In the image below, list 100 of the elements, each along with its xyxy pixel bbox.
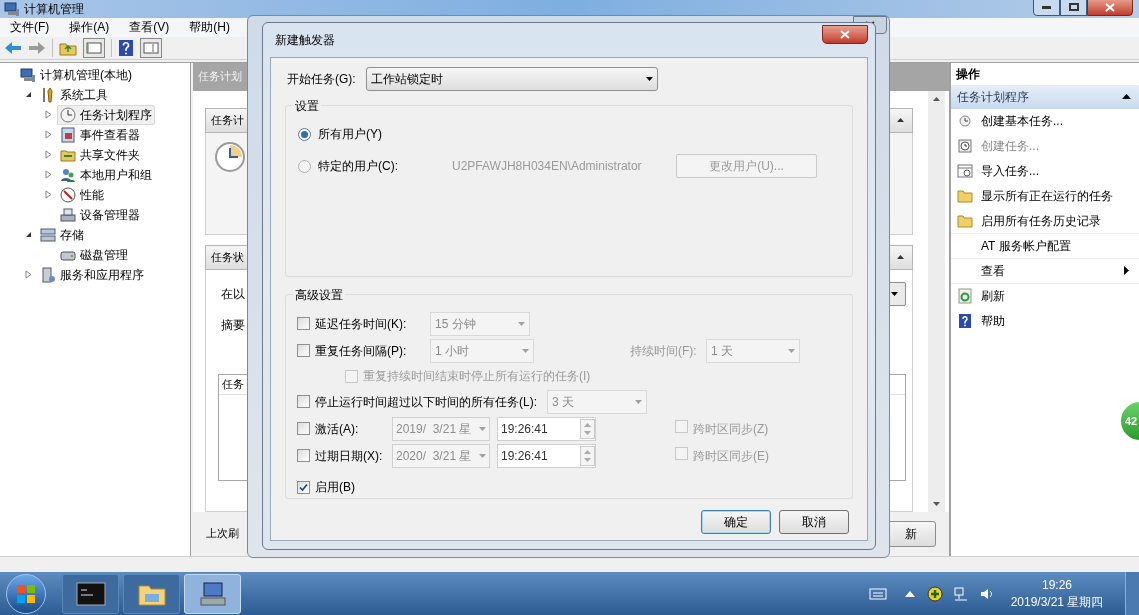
close-button[interactable] [1087,0,1133,16]
tree-item[interactable]: 计算机管理(本地) [17,64,135,85]
import-icon [957,163,973,180]
action-item[interactable]: 刷新 [951,283,1139,309]
menu-item[interactable]: 查看(V) [129,18,170,37]
user-name: U2PFAWJH8H034EN\Administrator [452,158,643,175]
dialog-button[interactable]: 确定 [701,510,771,534]
dialog-title: 新建触发器 [275,32,335,49]
console-icon [75,581,106,606]
help-icon[interactable] [118,38,134,57]
show-desktop-button[interactable] [1125,572,1139,615]
start-button[interactable] [6,573,46,614]
panel-toggle-icon[interactable] [83,37,105,58]
caret-icon [788,348,795,353]
duration-label: 持续时间(F): [630,342,698,360]
taskbar-button[interactable] [62,573,119,614]
keyboard-icon[interactable] [869,587,887,600]
up-arrow-icon[interactable] [905,590,915,597]
spinner-icon[interactable] [580,445,595,466]
expanded-arrow-icon[interactable] [24,90,33,100]
computer-icon [4,1,20,17]
collapse-arrow-icon[interactable] [897,255,904,260]
collapsed-arrow-icon[interactable] [44,190,53,200]
tree-item-label: 事件查看器 [80,126,140,144]
tree-item-label: 性能 [80,186,104,204]
collapse-arrow-icon[interactable] [1122,94,1131,100]
menu-item[interactable]: 操作(A) [69,18,110,37]
scroll-down-icon[interactable] [933,501,940,506]
tools-icon [40,86,56,103]
windows-logo-icon [16,583,36,604]
checkbox[interactable] [297,480,310,494]
tree-item[interactable]: 共享文件夹 [57,144,143,165]
action-item[interactable]: 导入任务... [951,158,1139,184]
action-item[interactable]: 显示所有正在运行的任务 [951,183,1139,209]
taskbar-button[interactable] [123,573,180,614]
plus-icon[interactable] [927,585,943,602]
dialog-button[interactable]: 取消 [779,510,849,534]
window-title: 计算机管理 [24,1,85,18]
tree-item[interactable]: 服务和应用程序 [37,264,147,285]
collapsed-arrow-icon[interactable] [44,130,53,140]
actions-group-header[interactable]: 任务计划程序 [951,84,1139,109]
storage-icon [40,226,56,243]
tree-item[interactable]: 系统工具 [37,84,111,105]
collapsed-arrow-icon[interactable] [44,150,53,160]
maximize-button[interactable] [1060,0,1087,16]
radio-label: 所有用户(Y) [318,126,383,143]
radio-button[interactable] [298,127,311,141]
dropdown[interactable]: 工作站锁定时 [366,67,658,91]
tree-item[interactable]: 事件查看器 [57,124,143,145]
radio-button[interactable] [298,159,311,173]
option-label: 重复任务间隔(P): [315,342,408,360]
tree-item[interactable]: 设备管理器 [57,204,143,225]
scrollbar[interactable] [928,90,945,512]
clock[interactable]: 19:26 2019/3/21 星期四 [1007,576,1107,611]
collapsed-arrow-icon[interactable] [44,170,53,180]
clock-document-icon [957,138,973,155]
panel-toggle-icon[interactable] [140,37,162,58]
tree-item[interactable]: 本地用户和组 [57,164,155,185]
option-label: 跨时区同步(E) [693,447,769,465]
forward-arrow-icon[interactable] [28,40,46,55]
footer-text: 上次刷 [206,526,239,542]
menu-item[interactable]: 帮助(H) [189,18,230,37]
log-icon [60,126,76,143]
tree-item[interactable]: 磁盘管理 [57,244,131,265]
group-title: 高级设置 [293,286,345,304]
action-item[interactable]: 帮助 [951,308,1139,334]
collapsed-arrow-icon[interactable] [44,110,53,120]
spinner-icon[interactable] [580,418,595,439]
tree-item[interactable]: 任务计划程序 [57,104,155,125]
action-item[interactable]: 启用所有任务历史记录 [951,208,1139,234]
expanded-arrow-icon[interactable] [24,230,33,240]
radio-label: 特定的用户(C): [318,158,399,175]
clock-icon [214,140,246,173]
group-title: 设置 [293,97,321,115]
caret-icon [635,399,642,404]
collapse-arrow-icon[interactable] [897,118,904,123]
help-icon [957,313,973,330]
scroll-up-icon[interactable] [933,96,940,101]
caret-icon [890,291,898,296]
tree-item[interactable]: 性能 [57,184,107,205]
collapsed-arrow-icon[interactable] [24,270,33,280]
tree-item-label: 存储 [60,226,84,244]
back-arrow-icon[interactable] [4,40,22,55]
tree-item-label: 系统工具 [60,86,108,104]
action-item[interactable]: 创建基本任务... [951,108,1139,134]
minimize-button[interactable] [1033,0,1060,16]
tree-item[interactable]: 存储 [37,224,87,245]
close-button[interactable] [822,24,868,44]
network-icon[interactable] [953,585,969,602]
maximize-icon [1068,3,1079,11]
action-item[interactable]: 查看 [951,258,1139,284]
clock-icon [60,106,76,123]
tree-item-label: 本地用户和组 [80,166,152,184]
caret-icon [522,348,529,353]
action-item[interactable]: AT 服务帐户配置 [951,233,1139,259]
option-label: 启用(B) [315,479,355,496]
option-label: 重复持续时间结束时停止所有运行的任务(I) [363,368,591,385]
refresh-icon [957,288,973,305]
caret-icon [518,321,525,326]
menu-item[interactable]: 文件(F) [10,18,50,37]
